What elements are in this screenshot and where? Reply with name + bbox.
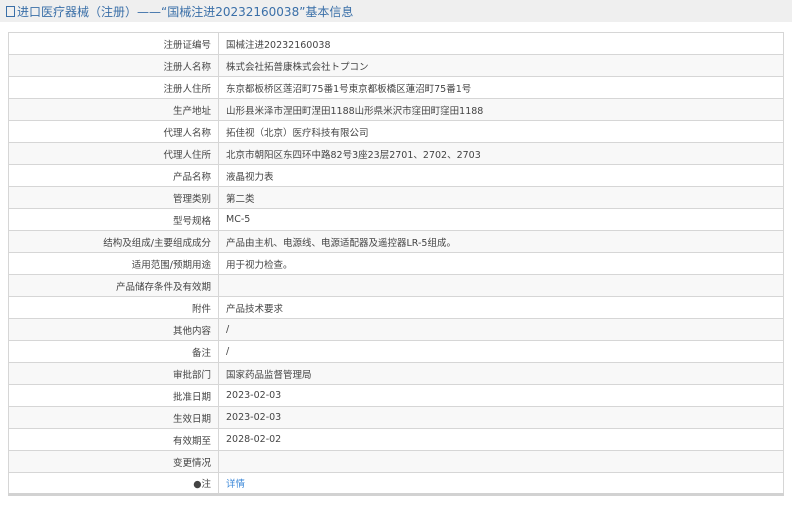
table-row: 变更情况 bbox=[8, 450, 784, 473]
table-row: 注册证编号 国械注进20232160038 bbox=[8, 32, 784, 55]
field-value bbox=[218, 274, 784, 297]
info-table: 注册证编号 国械注进20232160038 注册人名称 株式会社拓普康株式会社トプコン… bbox=[8, 32, 784, 496]
field-label: 变更情况 bbox=[8, 450, 219, 473]
field-value: 详情 bbox=[218, 472, 784, 495]
field-label: 产品储存条件及有效期 bbox=[8, 274, 219, 297]
field-value: 株式会社拓普康株式会社トプコン bbox=[218, 54, 784, 77]
field-value: MC-5 bbox=[218, 208, 784, 231]
field-label: 审批部门 bbox=[8, 362, 219, 385]
table-row: 产品储存条件及有效期 bbox=[8, 274, 784, 297]
table-row: ●注 详情 bbox=[8, 472, 784, 495]
field-label: 管理类别 bbox=[8, 186, 219, 209]
table-row: 注册人住所 东京都板桥区莲沼町75番1号東京都板橋区蓮沼町75番1号 bbox=[8, 76, 784, 99]
document-icon bbox=[6, 5, 15, 17]
table-row: 审批部门 国家药品监督管理局 bbox=[8, 362, 784, 385]
table-row: 备注 / bbox=[8, 340, 784, 363]
field-label: 代理人名称 bbox=[8, 120, 219, 143]
table-row: 生效日期 2023-02-03 bbox=[8, 406, 784, 429]
field-label: 产品名称 bbox=[8, 164, 219, 187]
field-label: 代理人住所 bbox=[8, 142, 219, 165]
table-row: 结构及组成/主要组成成分 产品由主机、电源线、电源适配器及遥控器LR-5组成。 bbox=[8, 230, 784, 253]
field-value: / bbox=[218, 340, 784, 363]
field-value: 第二类 bbox=[218, 186, 784, 209]
field-label: ●注 bbox=[8, 472, 219, 495]
field-label: 生产地址 bbox=[8, 98, 219, 121]
field-value bbox=[218, 450, 784, 473]
field-label: 备注 bbox=[8, 340, 219, 363]
field-label: 附件 bbox=[8, 296, 219, 319]
field-value: 山形县米泽市涅田町涅田1188山形県米沢市窪田町窪田1188 bbox=[218, 98, 784, 121]
table-row: 型号规格 MC-5 bbox=[8, 208, 784, 231]
field-value: 用于视力检查。 bbox=[218, 252, 784, 275]
table-row: 代理人名称 拓佳视（北京）医疗科技有限公司 bbox=[8, 120, 784, 143]
table-row: 其他内容 / bbox=[8, 318, 784, 341]
field-label: 注册证编号 bbox=[8, 32, 219, 55]
field-label: 型号规格 bbox=[8, 208, 219, 231]
field-value: 产品由主机、电源线、电源适配器及遥控器LR-5组成。 bbox=[218, 230, 784, 253]
field-value: 2023-02-03 bbox=[218, 406, 784, 429]
field-label: 其他内容 bbox=[8, 318, 219, 341]
table-row: 管理类别 第二类 bbox=[8, 186, 784, 209]
table-row: 代理人住所 北京市朝阳区东四环中路82号3座23层2701、2702、2703 bbox=[8, 142, 784, 165]
field-label: 适用范围/预期用途 bbox=[8, 252, 219, 275]
field-label: 注册人名称 bbox=[8, 54, 219, 77]
field-value: 东京都板桥区莲沼町75番1号東京都板橋区蓮沼町75番1号 bbox=[218, 76, 784, 99]
table-row: 批准日期 2023-02-03 bbox=[8, 384, 784, 407]
details-link[interactable]: 详情 bbox=[226, 479, 245, 490]
table-row: 附件 产品技术要求 bbox=[8, 296, 784, 319]
field-value: 产品技术要求 bbox=[218, 296, 784, 319]
field-label: 批准日期 bbox=[8, 384, 219, 407]
field-label: 注册人住所 bbox=[8, 76, 219, 99]
field-value: / bbox=[218, 318, 784, 341]
field-value: 北京市朝阳区东四环中路82号3座23层2701、2702、2703 bbox=[218, 142, 784, 165]
field-value: 拓佳视（北京）医疗科技有限公司 bbox=[218, 120, 784, 143]
field-label: 有效期至 bbox=[8, 428, 219, 451]
field-value: 国械注进20232160038 bbox=[218, 32, 784, 55]
field-label: 生效日期 bbox=[8, 406, 219, 429]
field-value: 液晶视力表 bbox=[218, 164, 784, 187]
table-row: 产品名称 液晶视力表 bbox=[8, 164, 784, 187]
table-row: 生产地址 山形县米泽市涅田町涅田1188山形県米沢市窪田町窪田1188 bbox=[8, 98, 784, 121]
table-row: 有效期至 2028-02-02 bbox=[8, 428, 784, 451]
field-value: 国家药品监督管理局 bbox=[218, 362, 784, 385]
table-row: 注册人名称 株式会社拓普康株式会社トプコン bbox=[8, 54, 784, 77]
field-value: 2023-02-03 bbox=[218, 384, 784, 407]
field-label: 结构及组成/主要组成成分 bbox=[8, 230, 219, 253]
page-title: 进口医疗器械（注册）——“国械注进20232160038”基本信息 bbox=[17, 4, 354, 19]
table-row: 适用范围/预期用途 用于视力检查。 bbox=[8, 252, 784, 275]
page-header: 进口医疗器械（注册）——“国械注进20232160038”基本信息 bbox=[0, 0, 792, 22]
field-value: 2028-02-02 bbox=[218, 428, 784, 451]
